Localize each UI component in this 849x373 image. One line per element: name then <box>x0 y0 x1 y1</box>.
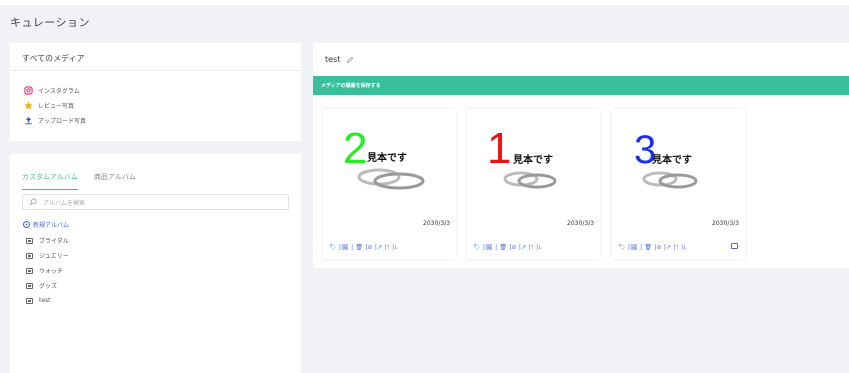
sample-number: 2 <box>343 124 367 173</box>
image-icon <box>26 237 33 244</box>
album-item-label: ウォッチ <box>39 268 64 275</box>
album-header: test <box>313 43 849 76</box>
instagram-icon <box>23 86 33 96</box>
media-item-label: インスタグラム <box>38 88 80 95</box>
media-item-label: レビュー写真 <box>38 103 75 110</box>
album-item-label: test <box>39 297 51 304</box>
search-placeholder: アルバムを検索 <box>43 199 85 207</box>
star-icon <box>23 101 33 111</box>
media-thumbnail: 3 見本です <box>634 128 698 189</box>
media-panel: すべてのメディア インスタグラム レビュー写真 アップロード写真 <box>10 43 301 141</box>
album-item-watch[interactable]: ウォッチ <box>26 263 301 278</box>
tab-custom-album[interactable]: カスタムアルバム <box>22 172 78 190</box>
comment-icon[interactable] <box>731 243 738 249</box>
media-item-reviews[interactable]: レビュー写真 <box>23 98 301 113</box>
media-item-label: アップロード写真 <box>38 118 87 125</box>
media-action-icons[interactable]: 🏷 |🖼 | 🗑 |⊘ |↗ |🡑 |🡓 <box>329 243 398 253</box>
rings-image <box>357 168 425 190</box>
album-item-bridal[interactable]: ブライダル <box>26 233 301 248</box>
album-tabs: カスタムアルバム 商品アルバム <box>10 154 301 190</box>
rings-image <box>503 171 557 189</box>
media-action-icons[interactable]: 🏷 |🖼 | 🗑 |⊘ |↗ |🡑 |🡓 <box>473 243 542 253</box>
album-search-input[interactable]: アルバムを検索 <box>22 194 289 210</box>
media-item-uploads[interactable]: アップロード写真 <box>23 113 301 128</box>
media-action-icons[interactable]: 🏷 |🖼 | 🗑 |⊘ |↗ |🡑 |🡓 <box>618 243 687 253</box>
pencil-icon[interactable] <box>346 56 354 64</box>
media-card[interactable]: 1 見本です 2030/3/3 🏷 |🖼 | 🗑 |⊘ |↗ |🡑 |🡓 <box>467 109 600 259</box>
sample-caption: 見本です <box>366 151 407 164</box>
media-item-instagram[interactable]: インスタグラム <box>23 83 301 98</box>
page-title: キュレーション <box>10 16 91 29</box>
media-list: インスタグラム レビュー写真 アップロード写真 <box>10 71 301 128</box>
new-album-label: 新規アルバム <box>33 222 69 229</box>
image-icon <box>26 282 33 289</box>
media-thumbnail: 1 見本です <box>487 124 557 189</box>
album-item-test[interactable]: test <box>26 293 301 308</box>
album-item-label: グッズ <box>39 283 58 290</box>
sample-caption: 見本です <box>512 153 553 166</box>
sample-number: 1 <box>487 124 511 173</box>
album-panel: カスタムアルバム 商品アルバム アルバムを検索 + 新規アルバム ブライダル ジ… <box>10 154 301 373</box>
album-item-goods[interactable]: グッズ <box>26 278 301 293</box>
media-card[interactable]: 3 見本です 2030/3/3 🏷 |🖼 | 🗑 |⊘ |↗ |🡑 |🡓 <box>612 109 745 259</box>
album-title: test <box>325 55 341 64</box>
image-icon <box>26 297 33 304</box>
media-date: 2030/3/3 <box>712 220 739 227</box>
media-panel-header: すべてのメディア <box>10 43 301 71</box>
sample-caption: 見本です <box>651 153 692 166</box>
tab-product-album[interactable]: 商品アルバム <box>94 172 136 190</box>
plus-icon: + <box>23 221 30 228</box>
album-item-label: ブライダル <box>39 238 69 245</box>
album-item-label: ジュエリー <box>39 253 69 260</box>
top-bar <box>0 0 849 5</box>
media-date: 2030/3/3 <box>567 220 594 227</box>
media-card[interactable]: 2 見本です 2030/3/3 🏷 |🖼 | 🗑 |⊘ |↗ |🡑 |🡓 <box>323 109 456 259</box>
media-date: 2030/3/3 <box>423 220 450 227</box>
rings-image <box>642 171 698 189</box>
save-order-button[interactable]: メディアの順番を保存する <box>313 76 849 95</box>
image-icon <box>26 252 33 259</box>
album-list: ブライダル ジュエリー ウォッチ グッズ test <box>10 229 301 308</box>
new-album-button[interactable]: + 新規アルバム <box>23 220 301 229</box>
search-icon <box>29 198 37 206</box>
media-thumbnail: 2 見本です <box>343 124 425 190</box>
album-item-jewelry[interactable]: ジュエリー <box>26 248 301 263</box>
image-icon <box>26 267 33 274</box>
upload-icon <box>23 116 33 126</box>
